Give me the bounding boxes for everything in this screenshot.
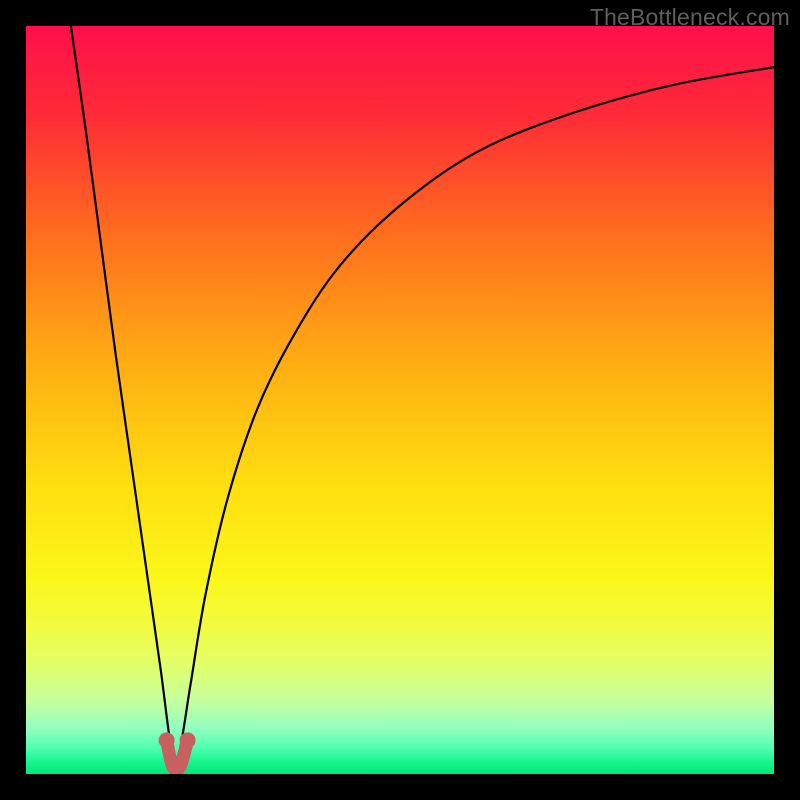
plot-area (26, 26, 774, 774)
plot-svg (26, 26, 774, 774)
marker-dot (180, 732, 196, 748)
chart-frame: TheBottleneck.com (0, 0, 800, 800)
marker-dot (159, 732, 175, 748)
watermark-text: TheBottleneck.com (590, 4, 790, 31)
gradient-background (26, 26, 774, 774)
